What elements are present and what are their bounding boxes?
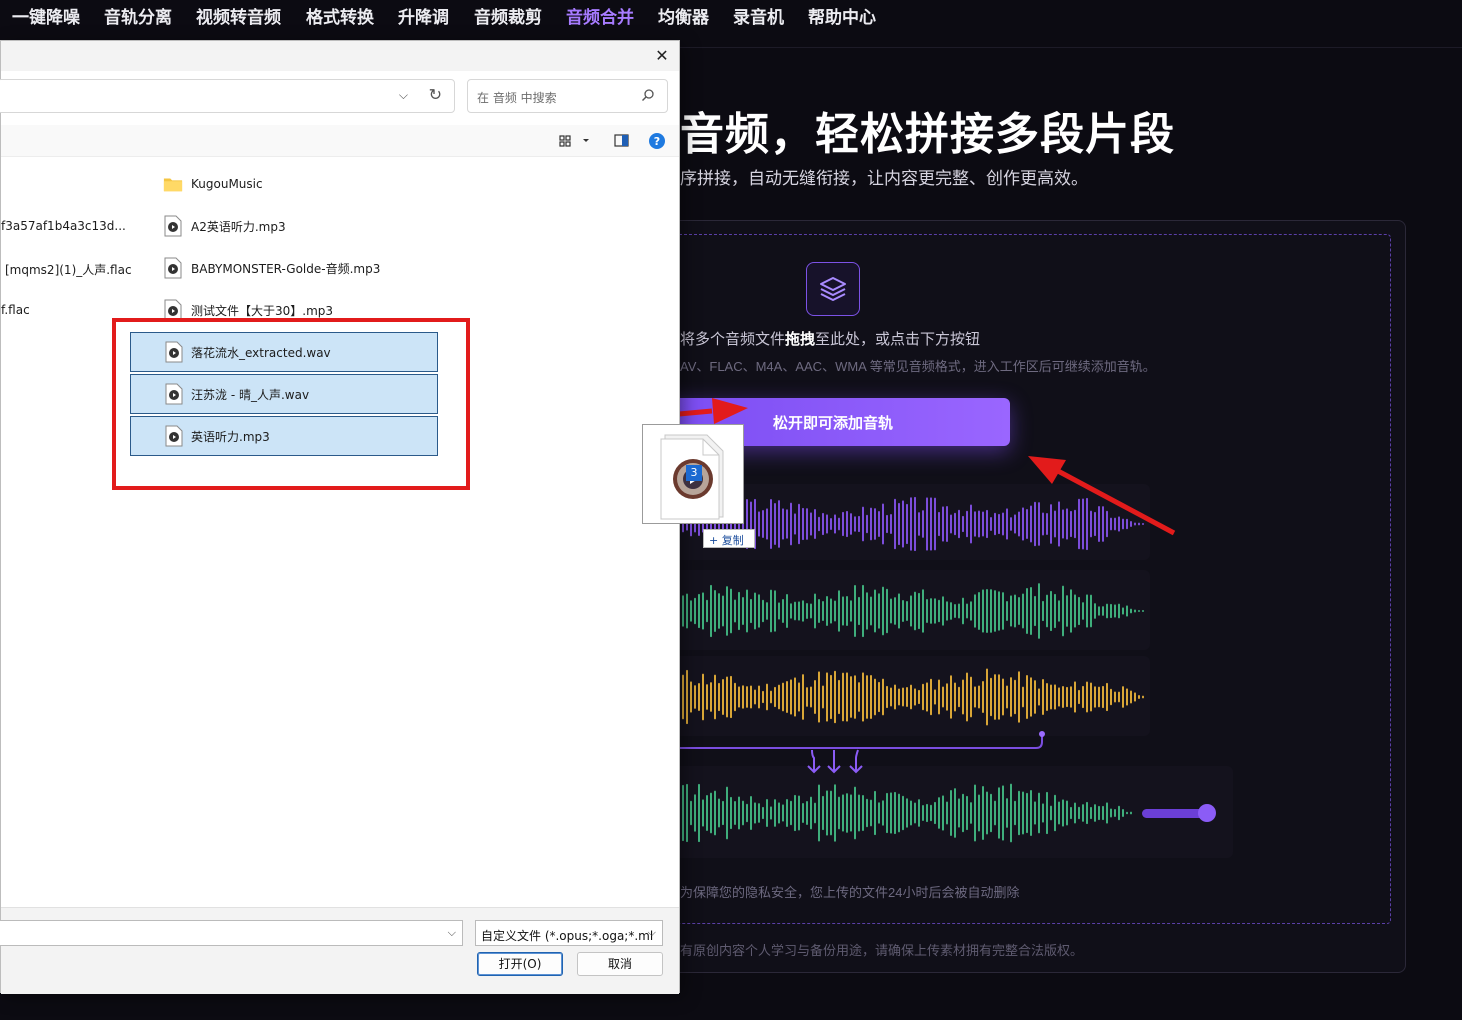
nav-item-pitch[interactable]: 升降调	[398, 5, 449, 31]
file-name-field[interactable]: ⌵	[0, 920, 463, 946]
nav-item-recorder[interactable]: 录音机	[733, 5, 784, 31]
drop-text-prefix: 将多个音频文件	[680, 331, 786, 348]
drag-count-badge: 3	[686, 465, 702, 481]
page-title: 音频，轻松拼接多段片段	[680, 110, 1175, 159]
file-item-audio[interactable]: BABYMONSTER-Golde-音频.mp3	[163, 253, 380, 283]
nav-item-track-separation[interactable]: 音轨分离	[104, 5, 172, 31]
cancel-button[interactable]: 取消	[577, 952, 663, 976]
file-name: 英语听力.mp3	[191, 429, 270, 444]
address-bar[interactable]: ⌵ ↻	[0, 79, 455, 113]
view-grid-icon[interactable]	[559, 133, 589, 152]
file-item-selected[interactable]: 汪苏泷 - 晴_人声.wav	[130, 374, 438, 414]
dialog-titlebar: ✕	[1, 41, 679, 71]
page-subtitle: 序拼接，自动无缝衔接，让内容更完整、创作更高效。	[680, 169, 1088, 188]
file-item-folder[interactable]: KugouMusic	[163, 169, 263, 199]
file-item[interactable]: f3a57af1b4a3c13d...	[1, 219, 126, 233]
dialog-footer: ⌵ 自定义文件 (*.opus;*.oga;*.ml ⌵ 打开(O) 取消	[0, 907, 679, 994]
chevron-down-icon[interactable]: ⌵	[448, 926, 456, 940]
file-item-selected[interactable]: 落花流水_extracted.wav	[130, 332, 438, 372]
file-name: A2英语听力.mp3	[191, 219, 286, 234]
app-window: { "nav": { "items": [ {"label": "一键降噪", …	[0, 0, 1462, 1020]
search-input[interactable]: 在 音频 中搜索	[467, 79, 668, 113]
audio-file-icon	[165, 425, 183, 450]
chevron-down-icon[interactable]: ⌵	[399, 88, 408, 103]
file-item-audio[interactable]: A2英语听力.mp3	[163, 211, 286, 241]
refresh-icon[interactable]: ↻	[429, 85, 442, 104]
nav-item-help[interactable]: 帮助中心	[808, 5, 876, 31]
file-item-selected[interactable]: 英语听力.mp3	[130, 416, 438, 456]
search-placeholder: 在 音频 中搜索	[477, 91, 557, 105]
open-button[interactable]: 打开(O)	[477, 952, 563, 976]
help-icon[interactable]: ?	[649, 133, 665, 153]
nav-item-audio-merge[interactable]: 音频合并	[566, 5, 634, 31]
drop-text-suffix: 至此处，或点击下方按钮	[815, 331, 981, 348]
copy-badge: + 复制	[703, 529, 755, 548]
nav-item-denoise[interactable]: 一键降噪	[12, 5, 80, 31]
file-open-dialog: ✕ ⌵ ↻ 在 音频 中搜索 ? f3a57af1b4a3c13d... [mq…	[0, 40, 680, 994]
svg-text:?: ?	[654, 135, 660, 148]
folder-icon	[163, 173, 183, 195]
preview-pane-icon[interactable]	[614, 133, 629, 152]
drag-preview: 3	[642, 424, 744, 524]
file-item[interactable]: f.flac	[1, 303, 30, 317]
file-name: KugouMusic	[191, 177, 263, 191]
chevron-down-icon[interactable]: ⌵	[648, 926, 656, 940]
file-name: 落花流水_extracted.wav	[191, 345, 331, 360]
nav-item-format-convert[interactable]: 格式转换	[306, 5, 374, 31]
audio-file-icon	[163, 257, 183, 279]
audio-file-icon	[163, 299, 183, 321]
nav-item-equalizer[interactable]: 均衡器	[658, 5, 709, 31]
layers-icon	[806, 262, 860, 316]
dialog-toolbar: ?	[1, 125, 679, 157]
file-type-value: 自定义文件 (*.opus;*.oga;*.ml	[481, 929, 654, 943]
file-item-audio[interactable]: 测试文件【大于30】.mp3	[163, 295, 333, 325]
audio-file-icon	[165, 341, 183, 366]
drop-instructions: 将多个音频文件拖拽至此处，或点击下方按钮	[680, 328, 980, 349]
nav-item-audio-trim[interactable]: 音频裁剪	[474, 5, 542, 31]
file-name: BABYMONSTER-Golde-音频.mp3	[191, 261, 381, 276]
audio-file-icon	[163, 215, 183, 237]
format-hint: AV、FLAC、M4A、AAC、WMA 等常见音频格式，进入工作区后可继续添加音…	[680, 359, 1156, 374]
file-type-select[interactable]: 自定义文件 (*.opus;*.oga;*.ml ⌵	[475, 920, 663, 946]
drop-text-bold: 拖拽	[785, 331, 816, 348]
file-item[interactable]: [mqms2](1)_人声.flac	[5, 261, 132, 278]
nav-item-video-to-audio[interactable]: 视频转音频	[196, 5, 281, 31]
audio-file-icon	[165, 383, 183, 408]
privacy-note: 为保障您的隐私安全，您上传的文件24小时后会被自动删除	[680, 885, 1020, 900]
file-name: 测试文件【大于30】.mp3	[191, 303, 334, 318]
file-name: 汪苏泷 - 晴_人声.wav	[191, 387, 310, 402]
search-icon	[641, 88, 655, 105]
copyright-note: 有原创内容个人学习与备份用途，请确保上传素材拥有完整合法版权。	[680, 943, 1084, 958]
close-icon[interactable]: ✕	[651, 45, 673, 67]
